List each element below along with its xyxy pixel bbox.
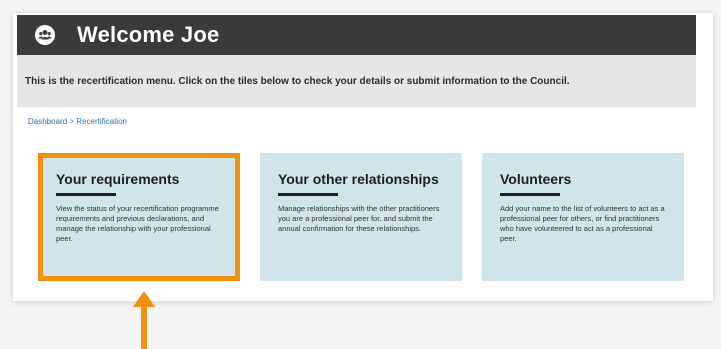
tile-divider [500, 193, 560, 196]
tile-description: Add your name to the list of volunteers … [500, 204, 665, 243]
tile-divider [56, 193, 116, 196]
page-title: Welcome Joe [77, 22, 220, 47]
users-icon [35, 25, 55, 45]
breadcrumb-dashboard-link[interactable]: Dashboard [28, 117, 67, 126]
info-banner: This is the recertification menu. Click … [17, 55, 696, 107]
tile-description: View the status of your recertification … [56, 204, 219, 243]
tile-title: Your other relationships [278, 171, 439, 187]
tile-divider [278, 193, 338, 196]
tile-title: Your requirements [56, 171, 180, 187]
tile-title: Volunteers [500, 171, 572, 187]
banner-text: This is the recertification menu. Click … [25, 75, 570, 87]
breadcrumb-recertification-link[interactable]: Recertification [76, 117, 127, 126]
tile-volunteers[interactable]: Volunteers Add your name to the list of … [482, 153, 684, 281]
breadcrumb: Dashboard > Recertification [28, 117, 127, 126]
up-arrow-shaft [141, 305, 147, 349]
tile-description: Manage relationships with the other prac… [278, 204, 440, 233]
tile-your-requirements[interactable]: Your requirements View the status of you… [38, 153, 240, 281]
breadcrumb-separator: > [69, 117, 75, 126]
welcome-header: Welcome Joe [17, 15, 696, 55]
tile-your-other-relationships[interactable]: Your other relationships Manage relation… [260, 153, 462, 281]
